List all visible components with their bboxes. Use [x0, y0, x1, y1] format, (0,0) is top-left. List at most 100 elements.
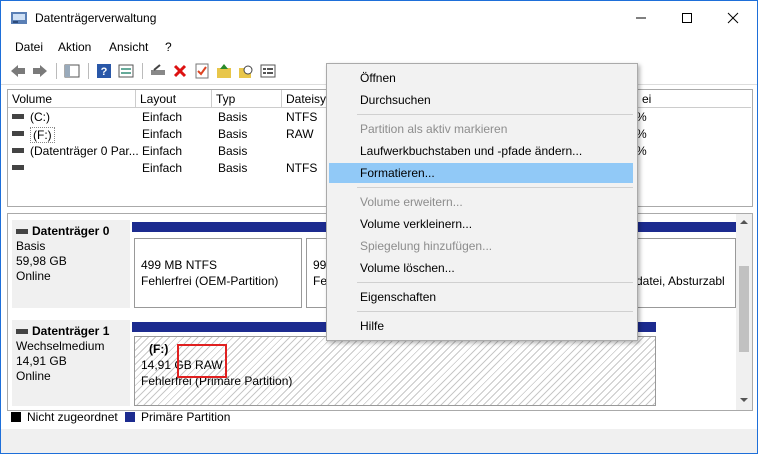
title-bar: Datenträgerverwaltung — [1, 1, 757, 35]
scroll-up-icon[interactable] — [736, 216, 752, 228]
legend-primary: Primäre Partition — [141, 410, 231, 424]
toolbar-separator — [142, 63, 143, 79]
volume-layout: Einfach — [142, 161, 183, 175]
volume-drive-icon — [12, 131, 24, 136]
legend-unallocated: Nicht zugeordnet — [27, 410, 118, 424]
partition-status: Fehlerfrei (OEM-Partition) — [141, 274, 279, 288]
volume-name: (F:) — [30, 127, 55, 143]
scroll-down-icon[interactable] — [736, 394, 752, 406]
scrollbar-thumb[interactable] — [739, 266, 749, 352]
disk-name: Datenträger 1 — [32, 324, 110, 338]
disk-name: Datenträger 0 — [32, 224, 110, 238]
volume-drive-icon — [12, 165, 24, 170]
column-header-dateisystem[interactable]: Dateisy — [282, 90, 328, 108]
menu-bar: Datei Aktion Ansicht ? — [1, 37, 757, 57]
disk-0-oem-partition[interactable]: 499 MB NTFS Fehlerfrei (OEM-Partition) — [134, 238, 302, 308]
disk-status: Online — [16, 369, 51, 383]
connect-drive-button[interactable] — [149, 62, 167, 80]
volume-drive-icon — [12, 114, 24, 119]
minimize-button[interactable] — [621, 5, 661, 31]
close-button[interactable] — [713, 5, 753, 31]
menu-item-delete-volume[interactable]: Volume löschen... — [329, 258, 633, 278]
context-menu: Öffnen Durchsuchen Partition als aktiv m… — [326, 63, 638, 341]
disk-0-partition-3[interactable]: sdatei, Absturzabl — [628, 238, 736, 308]
menu-separator — [357, 187, 633, 188]
forward-button[interactable] — [31, 62, 49, 80]
properties-view-button[interactable] — [117, 62, 135, 80]
volume-layout: Einfach — [142, 127, 183, 141]
volume-drive-icon — [12, 148, 24, 153]
window-title: Datenträgerverwaltung — [35, 11, 157, 25]
status-bar — [1, 429, 757, 453]
details-list-icon — [260, 64, 276, 78]
back-arrow-icon — [11, 65, 25, 77]
raw-highlight-annotation — [177, 344, 227, 378]
legend: Nicht zugeordnet Primäre Partition — [7, 409, 751, 427]
forward-arrow-icon — [33, 65, 47, 77]
svg-text:?: ? — [101, 66, 108, 78]
column-header-volume[interactable]: Volume — [8, 90, 136, 108]
disk-status: Online — [16, 269, 51, 283]
menu-item-add-mirror[interactable]: Spiegelung hinzufügen... — [329, 236, 633, 256]
help-book-icon: ? — [97, 64, 111, 78]
toolbar-separator — [56, 63, 57, 79]
volume-typ: Basis — [218, 161, 248, 175]
menu-datei[interactable]: Datei — [15, 40, 43, 54]
maximize-icon — [682, 13, 692, 23]
menu-item-open[interactable]: Öffnen — [329, 68, 633, 88]
menu-item-change-drive-letter[interactable]: Laufwerkbuchstaben und -pfade ändern... — [329, 141, 633, 161]
disk-type: Wechselmedium — [16, 339, 105, 353]
column-header-typ[interactable]: Typ — [212, 90, 282, 108]
menu-ansicht[interactable]: Ansicht — [109, 40, 148, 54]
menu-separator — [357, 282, 633, 283]
details-button[interactable] — [259, 62, 277, 80]
volume-filesystem: RAW — [286, 127, 314, 141]
folder-up-icon — [217, 64, 231, 78]
delete-x-icon — [173, 64, 187, 78]
disk-view-scrollbar[interactable] — [736, 214, 752, 410]
disk-size: 59,98 GB — [16, 254, 67, 268]
menu-item-explore[interactable]: Durchsuchen — [329, 90, 633, 110]
toolbar-separator — [88, 63, 89, 79]
console-tree-icon — [64, 64, 80, 78]
minimize-icon — [636, 17, 646, 19]
menu-item-format[interactable]: Formatieren... — [329, 163, 633, 183]
volume-layout: Einfach — [142, 110, 183, 124]
maximize-button[interactable] — [667, 5, 707, 31]
close-icon — [727, 12, 739, 24]
disk-type: Basis — [16, 239, 46, 253]
console-tree-button[interactable] — [63, 62, 81, 80]
menu-item-help[interactable]: Hilfe — [329, 316, 633, 336]
menu-separator — [357, 114, 633, 115]
menu-item-shrink-volume[interactable]: Volume verkleinern... — [329, 214, 633, 234]
disk-0-info[interactable]: Datenträger 0 Basis 59,98 GB Online — [12, 220, 130, 308]
back-button[interactable] — [9, 62, 27, 80]
menu-separator — [357, 311, 633, 312]
help-button[interactable]: ? — [95, 62, 113, 80]
disk-1-info[interactable]: Datenträger 1 Wechselmedium 14,91 GB Onl… — [12, 320, 130, 406]
menu-item-properties[interactable]: Eigenschaften — [329, 287, 633, 307]
delete-button[interactable] — [171, 62, 189, 80]
column-header-layout[interactable]: Layout — [136, 90, 212, 108]
column-header-partial[interactable]: ei — [638, 90, 751, 108]
legend-swatch-unallocated — [11, 412, 21, 422]
disk-management-window: Datenträgerverwaltung Datei Aktion Ansic… — [0, 0, 758, 454]
checklist-icon — [195, 63, 209, 79]
volume-typ: Basis — [218, 110, 248, 124]
menu-aktion[interactable]: Aktion — [58, 40, 91, 54]
connect-drive-icon — [151, 64, 165, 75]
disk-management-app-icon — [11, 12, 27, 24]
menu-item-extend-volume[interactable]: Volume erweitern... — [329, 192, 633, 212]
search-button[interactable] — [237, 62, 255, 80]
legend-swatch-primary — [125, 412, 135, 422]
disk-icon — [16, 328, 28, 334]
volume-name: (Datenträger 0 Par... — [30, 144, 139, 158]
new-folder-button[interactable] — [215, 62, 233, 80]
menu-help[interactable]: ? — [165, 40, 172, 54]
search-folder-icon — [239, 65, 253, 78]
checklist-button[interactable] — [193, 62, 211, 80]
volume-filesystem: NTFS — [286, 161, 318, 175]
partition-size: 499 MB NTFS — [141, 258, 218, 272]
menu-item-mark-active[interactable]: Partition als aktiv markieren — [329, 119, 633, 139]
volume-layout: Einfach — [142, 144, 183, 158]
